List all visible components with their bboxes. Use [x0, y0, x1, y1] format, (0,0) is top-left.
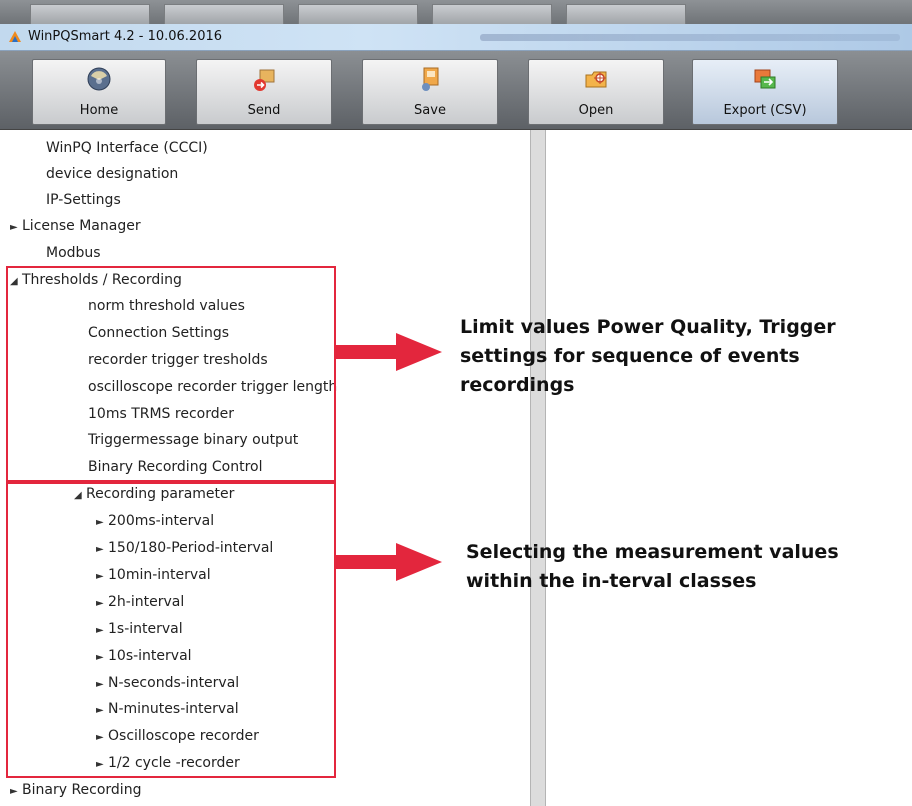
pane-splitter[interactable]	[530, 130, 546, 806]
blurred-title-info	[480, 34, 900, 41]
home-button[interactable]: Home	[32, 59, 166, 125]
callout-arrow-1	[334, 333, 442, 371]
settings-tree: WinPQ Interface (CCCI) device designatio…	[0, 130, 530, 806]
title-bar: WinPQSmart 4.2 - 10.06.2016	[0, 24, 912, 51]
background-window-strip	[0, 0, 912, 25]
tree-item[interactable]: Modbus	[34, 244, 101, 262]
send-icon	[254, 69, 275, 91]
app-logo-icon	[9, 31, 21, 42]
annotation-text-2: Selecting the measurement values within …	[466, 541, 839, 592]
home-button-label: Home	[79, 103, 119, 118]
send-button[interactable]: Send	[196, 59, 332, 125]
content-pane	[546, 130, 912, 806]
background-tab[interactable]	[432, 4, 552, 25]
highlight-box-thresholds	[6, 266, 336, 482]
save-icon	[422, 67, 439, 91]
background-tab[interactable]	[164, 4, 284, 25]
open-button-label: Open	[578, 103, 614, 118]
open-button[interactable]: Open	[528, 59, 664, 125]
window-title: WinPQSmart 4.2 - 10.06.2016	[28, 29, 223, 44]
export-icon	[754, 69, 776, 89]
tree-item-license-manager[interactable]: ► License Manager	[10, 217, 141, 237]
expand-arrow-icon[interactable]: ►	[10, 219, 22, 237]
background-tab[interactable]	[30, 4, 150, 25]
tree-item-binary-recording[interactable]: ► Binary Recording	[10, 781, 141, 801]
callout-arrow-2	[334, 543, 442, 581]
background-tab[interactable]	[298, 4, 418, 25]
export-csv-button[interactable]: Export (CSV)	[692, 59, 838, 125]
home-icon	[87, 67, 111, 91]
tree-item[interactable]: WinPQ Interface (CCCI)	[34, 139, 208, 157]
background-tab[interactable]	[566, 4, 686, 25]
save-button[interactable]: Save	[362, 59, 498, 125]
tree-item[interactable]: IP-Settings	[34, 191, 121, 209]
save-button-label: Save	[414, 103, 446, 118]
tree-item[interactable]: device designation	[34, 165, 178, 183]
export-csv-button-label: Export (CSV)	[723, 103, 807, 118]
toolbar: Home Send Save Open Export (CSV)	[0, 51, 912, 130]
annotation-text-1: Limit values Power Quality, Trigger sett…	[460, 316, 836, 396]
open-icon	[585, 71, 607, 88]
expand-arrow-icon[interactable]: ►	[10, 783, 22, 801]
highlight-box-recording-parameter	[6, 482, 336, 778]
send-button-label: Send	[247, 103, 281, 118]
